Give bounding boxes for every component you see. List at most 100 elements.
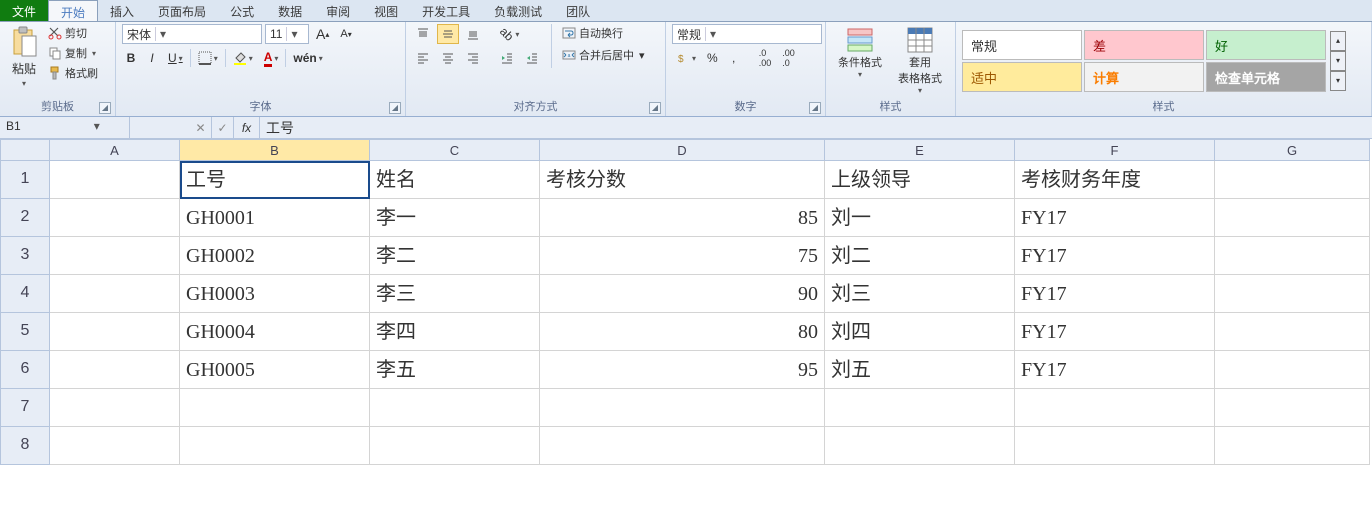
row-header-7[interactable]: 7 bbox=[0, 389, 50, 427]
cell-G7[interactable] bbox=[1215, 389, 1370, 427]
cell-E5[interactable]: 刘四 bbox=[825, 313, 1015, 351]
cell-E4[interactable]: 刘三 bbox=[825, 275, 1015, 313]
bold-button[interactable]: B bbox=[122, 48, 140, 68]
phonetic-button[interactable]: wén▾ bbox=[289, 48, 326, 68]
row-header-2[interactable]: 2 bbox=[0, 199, 50, 237]
cell-D6[interactable]: 95 bbox=[540, 351, 825, 389]
select-all-corner[interactable] bbox=[0, 139, 50, 161]
cell-C2[interactable]: 李一 bbox=[370, 199, 540, 237]
cell-G2[interactable] bbox=[1215, 199, 1370, 237]
cell-E7[interactable] bbox=[825, 389, 1015, 427]
cell-G8[interactable] bbox=[1215, 427, 1370, 465]
cell-A6[interactable] bbox=[50, 351, 180, 389]
tab-file[interactable]: 文件 bbox=[0, 0, 48, 21]
align-bottom-button[interactable] bbox=[462, 24, 484, 44]
row-header-1[interactable]: 1 bbox=[0, 161, 50, 199]
fx-icon[interactable]: fx bbox=[234, 117, 260, 138]
decrease-decimal-button[interactable]: .00.0 bbox=[778, 48, 799, 68]
cell-C6[interactable]: 李五 bbox=[370, 351, 540, 389]
cell-G3[interactable] bbox=[1215, 237, 1370, 275]
tab-8[interactable]: 负载测试 bbox=[482, 0, 554, 21]
number-format-combo[interactable]: 常规▾ bbox=[672, 24, 822, 44]
col-header-F[interactable]: F bbox=[1015, 139, 1215, 161]
tab-1[interactable]: 插入 bbox=[98, 0, 146, 21]
increase-indent-button[interactable] bbox=[521, 48, 543, 68]
row-header-4[interactable]: 4 bbox=[0, 275, 50, 313]
col-header-G[interactable]: G bbox=[1215, 139, 1370, 161]
cell-A4[interactable] bbox=[50, 275, 180, 313]
wrap-text-button[interactable]: 自动换行 bbox=[560, 24, 647, 42]
cell-C8[interactable] bbox=[370, 427, 540, 465]
copy-button[interactable]: 复制▾ bbox=[46, 44, 100, 62]
cell-D1[interactable]: 考核分数 bbox=[540, 161, 825, 199]
cell-B8[interactable] bbox=[180, 427, 370, 465]
cell-D8[interactable] bbox=[540, 427, 825, 465]
row-header-8[interactable]: 8 bbox=[0, 427, 50, 465]
cell-D2[interactable]: 85 bbox=[540, 199, 825, 237]
table-format-button[interactable]: 套用 表格格式▾ bbox=[892, 24, 948, 97]
font-name-combo[interactable]: 宋体▾ bbox=[122, 24, 262, 44]
paste-button[interactable]: 粘贴 ▾ bbox=[6, 24, 42, 90]
style-bad[interactable]: 差 bbox=[1084, 30, 1204, 60]
cell-G6[interactable] bbox=[1215, 351, 1370, 389]
style-check[interactable]: 检查单元格 bbox=[1206, 62, 1326, 92]
cell-C5[interactable]: 李四 bbox=[370, 313, 540, 351]
cell-G5[interactable] bbox=[1215, 313, 1370, 351]
cell-B3[interactable]: GH0002 bbox=[180, 237, 370, 275]
cell-E8[interactable] bbox=[825, 427, 1015, 465]
clipboard-dialog-launcher[interactable]: ◢ bbox=[99, 102, 111, 114]
align-middle-button[interactable] bbox=[437, 24, 459, 44]
font-size-combo[interactable]: 11▾ bbox=[265, 24, 309, 44]
cell-E2[interactable]: 刘一 bbox=[825, 199, 1015, 237]
cell-G1[interactable] bbox=[1215, 161, 1370, 199]
cell-A3[interactable] bbox=[50, 237, 180, 275]
cell-A1[interactable] bbox=[50, 161, 180, 199]
format-painter-button[interactable]: 格式刷 bbox=[46, 64, 100, 82]
orientation-button[interactable]: ab▾ bbox=[496, 24, 523, 44]
style-neutral[interactable]: 适中 bbox=[962, 62, 1082, 92]
cell-C4[interactable]: 李三 bbox=[370, 275, 540, 313]
cell-F7[interactable] bbox=[1015, 389, 1215, 427]
col-header-C[interactable]: C bbox=[370, 139, 540, 161]
tab-5[interactable]: 审阅 bbox=[314, 0, 362, 21]
cell-A5[interactable] bbox=[50, 313, 180, 351]
number-dialog-launcher[interactable]: ◢ bbox=[809, 102, 821, 114]
cell-B1[interactable]: 工号 bbox=[180, 161, 370, 199]
col-header-B[interactable]: B bbox=[180, 139, 370, 161]
col-header-A[interactable]: A bbox=[50, 139, 180, 161]
cell-A8[interactable] bbox=[50, 427, 180, 465]
underline-button[interactable]: U▾ bbox=[164, 48, 187, 68]
cell-F8[interactable] bbox=[1015, 427, 1215, 465]
col-header-E[interactable]: E bbox=[825, 139, 1015, 161]
cell-B7[interactable] bbox=[180, 389, 370, 427]
style-good[interactable]: 好 bbox=[1206, 30, 1326, 60]
italic-button[interactable]: I bbox=[143, 48, 161, 68]
cell-C3[interactable]: 李二 bbox=[370, 237, 540, 275]
styles-scroll-up[interactable]: ▴ bbox=[1330, 31, 1346, 51]
cell-B4[interactable]: GH0003 bbox=[180, 275, 370, 313]
formula-input[interactable]: 工号 bbox=[260, 118, 300, 138]
styles-more[interactable]: ▾ bbox=[1330, 71, 1346, 91]
decrease-indent-button[interactable] bbox=[496, 48, 518, 68]
tab-2[interactable]: 页面布局 bbox=[146, 0, 218, 21]
conditional-format-button[interactable]: 条件格式▾ bbox=[832, 24, 888, 81]
align-dialog-launcher[interactable]: ◢ bbox=[649, 102, 661, 114]
cell-G4[interactable] bbox=[1215, 275, 1370, 313]
style-calc[interactable]: 计算 bbox=[1084, 62, 1204, 92]
tab-6[interactable]: 视图 bbox=[362, 0, 410, 21]
row-header-5[interactable]: 5 bbox=[0, 313, 50, 351]
cell-E3[interactable]: 刘二 bbox=[825, 237, 1015, 275]
currency-button[interactable]: $▾ bbox=[672, 48, 700, 68]
cell-F6[interactable]: FY17 bbox=[1015, 351, 1215, 389]
col-header-D[interactable]: D bbox=[540, 139, 825, 161]
comma-button[interactable]: , bbox=[725, 48, 743, 68]
cancel-formula-button[interactable]: ✕ bbox=[190, 117, 212, 138]
tab-3[interactable]: 公式 bbox=[218, 0, 266, 21]
name-box[interactable]: B1 ▾ bbox=[0, 117, 130, 138]
cell-D7[interactable] bbox=[540, 389, 825, 427]
tab-0[interactable]: 开始 bbox=[48, 0, 98, 21]
tab-4[interactable]: 数据 bbox=[266, 0, 314, 21]
increase-decimal-button[interactable]: .0.00 bbox=[755, 48, 776, 68]
merge-center-button[interactable]: a 合并后居中▾ bbox=[560, 46, 647, 64]
cell-C7[interactable] bbox=[370, 389, 540, 427]
